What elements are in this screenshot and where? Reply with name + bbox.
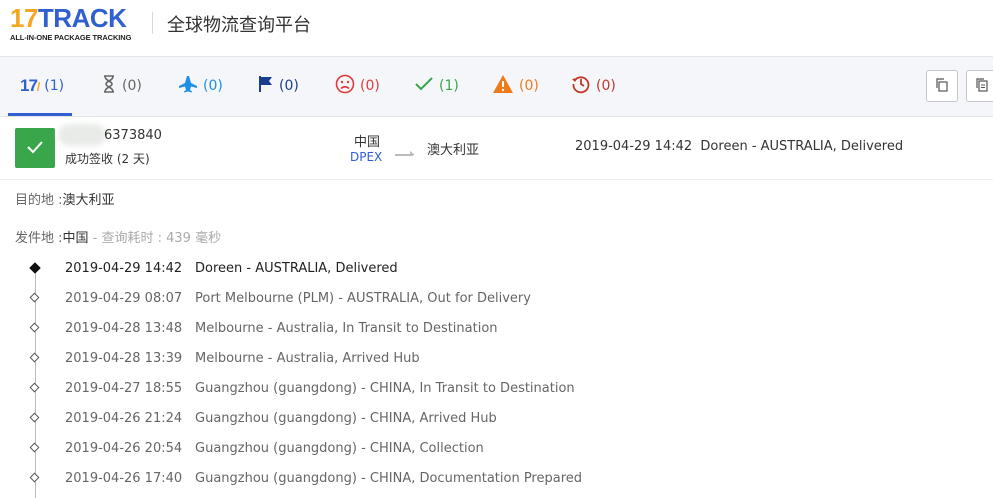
timeline-event: 2019-04-29 14:42 Doreen - AUSTRALIA, Del… [0,254,993,284]
shipment-summary[interactable]: 6373840 成功签收 (2 天) 中国 DPEX 澳大利亚 2019-04-… [0,117,993,180]
logo-text: 17TRACK [10,3,127,33]
copy-list-icon [975,77,989,96]
timeline-marker [29,322,40,333]
airplane-icon [178,75,198,97]
destination-value: 澳大利亚 [62,193,115,208]
status-tabs: 17/ (1) (0) (0) (0) (0) (1) (0) (0) [0,57,993,117]
logo-subtitle: ALL-IN-ONE PACKAGE TRACKING [10,33,132,42]
checkmark-icon [414,75,434,97]
destination-info: 目的地 :澳大利亚 [15,189,115,208]
event-time: 2019-04-26 20:54 [65,441,183,456]
event-desc: Melbourne - Australia, In Transit to Des… [195,321,498,336]
timeline-event: 2019-04-26 20:54 Guangzhou (guangdong) -… [0,434,993,464]
header: 17TRACK ALL-IN-ONE PACKAGE TRACKING 全球物流… [0,0,993,57]
event-desc: Guangzhou (guangdong) - CHINA, Collectio… [195,441,484,456]
hourglass-icon [101,75,117,97]
tab-pickup-count: (0) [279,78,299,94]
tab-all-count: (1) [44,78,65,94]
tab-undelivered-count: (0) [360,78,380,94]
arrow-right-icon [395,143,417,162]
event-desc: Melbourne - Australia, Arrived Hub [195,351,420,366]
event-desc: Doreen - AUSTRALIA, Delivered [195,261,398,276]
event-time: 2019-04-27 18:55 [65,381,183,396]
query-time: - 查询耗时 : 439 毫秒 [92,231,222,246]
copy-all-button[interactable] [966,70,993,102]
tab-all[interactable]: 17/ (1) [20,75,64,97]
tracking-number[interactable]: 6373840 [104,128,162,143]
timeline-event: 2019-04-28 13:39 Melbourne - Australia, … [0,344,993,374]
event-desc: Port Melbourne (PLM) - AUSTRALIA, Out fo… [195,291,531,306]
copy-icon [935,77,949,96]
event-desc: Guangzhou (guangdong) - CHINA, In Transi… [195,381,575,396]
timeline-marker [29,472,40,483]
timeline-marker [29,382,40,393]
event-time: 2019-04-28 13:48 [65,321,183,336]
timeline-event: 2019-04-26 17:40 Guangzhou (guangdong) -… [0,464,993,494]
17track-logo[interactable]: 17TRACK ALL-IN-ONE PACKAGE TRACKING [10,5,131,42]
destination-country: 澳大利亚 [427,143,480,158]
timeline-marker [29,352,40,363]
carrier-link[interactable]: DPEX [350,150,382,164]
timeline-event: 2019-04-27 18:55 Guangzhou (guangdong) -… [0,374,993,404]
flag-icon [258,75,274,97]
tab-expired-count: (0) [596,78,616,94]
17track-logo-icon: 17/ [20,76,40,95]
checkmark-icon [26,139,44,158]
latest-event-time: 2019-04-29 14:42 [575,139,693,154]
timeline-event: 2019-04-28 13:48 Melbourne - Australia, … [0,314,993,344]
origin-label: 发件地 : [15,231,63,246]
history-icon [571,74,591,98]
tab-delivered[interactable]: (1) [414,75,459,97]
tab-pickup[interactable]: (0) [258,75,299,97]
timeline-marker-active [29,262,41,274]
tab-not-found[interactable]: (0) [101,75,142,97]
active-tab-indicator [8,113,72,116]
event-time: 2019-04-26 17:40 [65,471,183,486]
event-desc: Guangzhou (guangdong) - CHINA, Documenta… [195,471,583,486]
event-time: 2019-04-29 08:07 [65,291,183,306]
copy-button[interactable] [926,70,958,102]
latest-event-desc: Doreen - AUSTRALIA, Delivered [700,139,904,154]
destination-label: 目的地 : [15,193,63,208]
tab-expired[interactable]: (0) [571,75,616,97]
tab-undelivered[interactable]: (0) [335,74,380,98]
warning-icon [492,74,514,98]
tab-delivered-count: (1) [439,78,459,94]
sad-face-icon [335,74,355,98]
header-divider [152,12,153,34]
status-text: 成功签收 (2 天) [65,152,150,166]
timeline-marker [29,442,40,453]
tab-in-transit[interactable]: (0) [178,75,223,97]
event-time: 2019-04-28 13:39 [65,351,183,366]
tab-in-transit-count: (0) [203,78,223,94]
timeline-marker [29,292,40,303]
origin-value: 中国 [62,231,89,246]
tab-alert-count: (0) [519,78,539,94]
timeline-event: 2019-04-26 21:24 Guangzhou (guangdong) -… [0,404,993,434]
timeline-marker [29,412,40,423]
origin-info: 发件地 :中国 - 查询耗时 : 439 毫秒 [15,227,221,246]
page-title: 全球物流查询平台 [167,15,311,36]
event-time: 2019-04-29 14:42 [65,261,183,276]
redacted-tracking-prefix [58,124,106,146]
origin-country: 中国 [354,135,381,150]
tab-alert[interactable]: (0) [492,75,539,97]
tab-not-found-count: (0) [122,78,142,94]
timeline-event: 2019-04-29 08:07 Port Melbourne (PLM) - … [0,284,993,314]
event-time: 2019-04-26 21:24 [65,411,183,426]
event-desc: Guangzhou (guangdong) - CHINA, Arrived H… [195,411,497,426]
delivered-status-badge [15,128,55,168]
latest-event: 2019-04-29 14:42 Doreen - AUSTRALIA, Del… [575,139,903,154]
